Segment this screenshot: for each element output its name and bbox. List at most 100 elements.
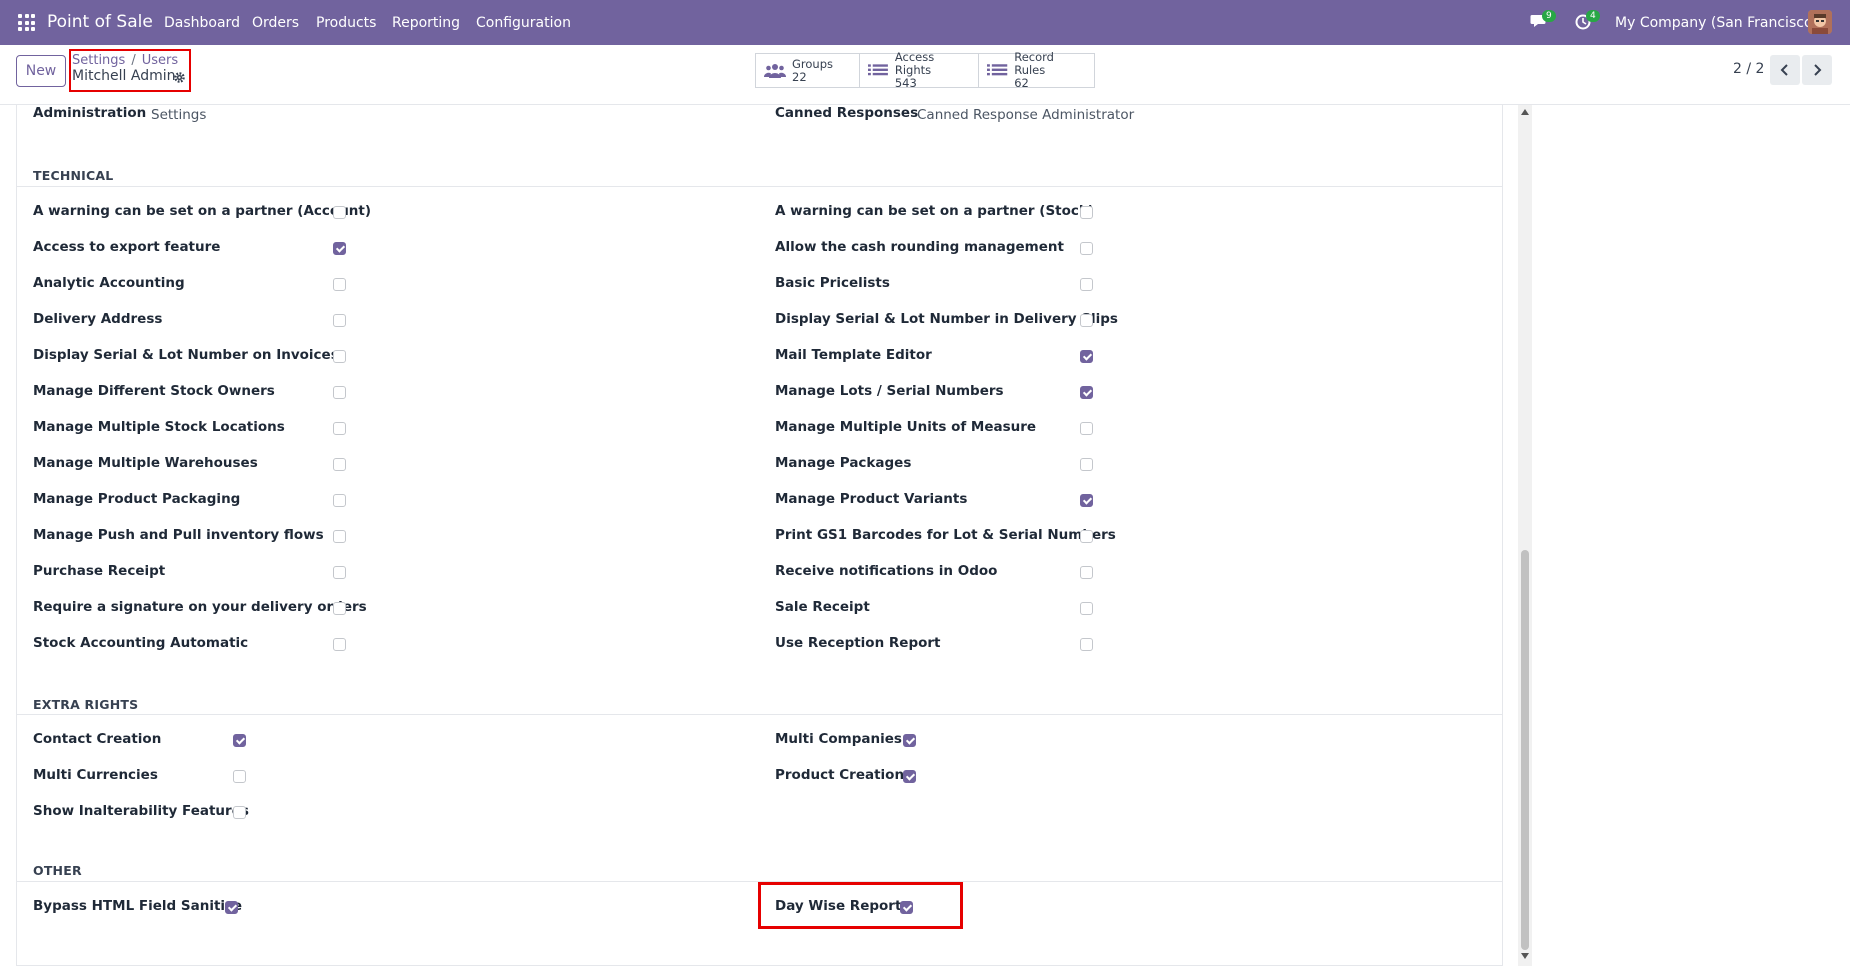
field-label-allow-the-cash-rounding-management: Allow the cash rounding management [775, 239, 1064, 255]
canned-responses-label: Canned Responses [775, 105, 919, 121]
breadcrumb-settings[interactable]: Settings [72, 53, 125, 68]
checkbox-access-to-export-feature[interactable] [333, 242, 346, 255]
field-label-bypass-html-field-sanitize: Bypass HTML Field Sanitize [33, 898, 243, 914]
field-label-manage-multiple-units-of-measure: Manage Multiple Units of Measure [775, 419, 1037, 435]
field-label-contact-creation: Contact Creation [33, 731, 162, 747]
user-avatar[interactable] [1808, 10, 1832, 34]
control-panel: New Settings / Users Mitchell Admin Groups… [0, 45, 1850, 105]
checkbox-delivery-address[interactable] [333, 314, 346, 327]
field-label-product-creation: Product Creation [775, 767, 905, 783]
checkbox-receive-notifications-in-odoo[interactable] [1080, 566, 1093, 579]
checkbox-print-gs1-barcodes-for-lot-serial-numbers[interactable] [1080, 530, 1093, 543]
top-navbar: Point of Sale Dashboard Orders Products … [0, 0, 1850, 45]
field-label-display-serial-lot-number-on-invoices: Display Serial & Lot Number on Invoices [33, 347, 339, 363]
breadcrumb-separator: / [131, 53, 136, 68]
checkbox-manage-different-stock-owners[interactable] [333, 386, 346, 399]
list-icon [987, 63, 1008, 75]
checkbox-sale-receipt[interactable] [1080, 602, 1093, 615]
checkbox-manage-lots-serial-numbers[interactable] [1080, 386, 1093, 399]
new-button[interactable]: New [16, 55, 66, 87]
record-title: Mitchell Admin [72, 68, 176, 84]
gear-icon[interactable] [173, 71, 186, 84]
checkbox-a-warning-can-be-set-on-a-partner-stock[interactable] [1080, 206, 1093, 219]
checkbox-manage-product-packaging[interactable] [333, 494, 346, 507]
checkbox-manage-push-and-pull-inventory-flows[interactable] [333, 530, 346, 543]
administration-label: Administration [33, 105, 147, 121]
menu-configuration[interactable]: Configuration [476, 15, 571, 31]
checkbox-allow-the-cash-rounding-management[interactable] [1080, 242, 1093, 255]
menu-dashboard[interactable]: Dashboard [164, 15, 240, 31]
checkbox-stock-accounting-automatic[interactable] [333, 638, 346, 651]
chevron-left-icon [1780, 64, 1788, 76]
checkbox-multi-companies[interactable] [903, 734, 916, 747]
pager-value[interactable]: 2 / 2 [1733, 61, 1764, 77]
checkbox-basic-pricelists[interactable] [1080, 278, 1093, 291]
checkbox-display-serial-lot-number-on-invoices[interactable] [333, 350, 346, 363]
breadcrumb: Settings / Users [72, 53, 178, 68]
pager-next-button[interactable] [1802, 55, 1832, 85]
access-rights-smart-button[interactable]: Access Rights 543 [860, 50, 979, 90]
section-divider [16, 186, 1502, 187]
field-label-manage-product-packaging: Manage Product Packaging [33, 491, 241, 507]
access-rights-label: Access Rights [894, 50, 935, 77]
field-label-receive-notifications-in-odoo: Receive notifications in Odoo [775, 563, 998, 579]
administration-value[interactable]: Settings [151, 107, 206, 123]
checkbox-manage-multiple-units-of-measure[interactable] [1080, 422, 1093, 435]
checkbox-manage-product-variants[interactable] [1080, 494, 1093, 507]
other-section-title: OTHER [33, 863, 82, 878]
canned-responses-value[interactable]: Canned Response Administrator [917, 107, 1134, 123]
field-label-manage-lots-serial-numbers: Manage Lots / Serial Numbers [775, 383, 1004, 399]
chevron-right-icon [1814, 64, 1822, 76]
checkbox-manage-multiple-warehouses[interactable] [333, 458, 346, 471]
field-label-purchase-receipt: Purchase Receipt [33, 563, 166, 579]
checkbox-bypass-html-field-sanitize[interactable] [225, 901, 238, 914]
field-label-basic-pricelists: Basic Pricelists [775, 275, 890, 291]
menu-reporting[interactable]: Reporting [392, 15, 460, 31]
field-label-multi-currencies: Multi Currencies [33, 767, 158, 783]
checkbox-multi-currencies[interactable] [233, 770, 246, 783]
checkbox-mail-template-editor[interactable] [1080, 350, 1093, 363]
list-icon [868, 63, 888, 75]
menu-orders[interactable]: Orders [252, 15, 299, 31]
checkbox-manage-multiple-stock-locations[interactable] [333, 422, 346, 435]
checkbox-show-inalterability-features[interactable] [233, 806, 246, 819]
pager-previous-button[interactable] [1770, 55, 1800, 85]
section-divider [16, 714, 1502, 715]
field-label-require-a-signature-on-your-delivery-orders: Require a signature on your delivery ord… [33, 599, 367, 615]
field-label-access-to-export-feature: Access to export feature [33, 239, 221, 255]
extra-rights-section-title: EXTRA RIGHTS [33, 697, 139, 712]
groups-smart-button[interactable]: Groups 22 [756, 54, 860, 87]
checkbox-contact-creation[interactable] [233, 734, 246, 747]
breadcrumb-users[interactable]: Users [142, 53, 178, 68]
field-label-use-reception-report: Use Reception Report [775, 635, 941, 651]
apps-menu-icon[interactable] [18, 14, 35, 31]
field-label-manage-different-stock-owners: Manage Different Stock Owners [33, 383, 275, 399]
field-label-show-inalterability-features: Show Inalterability Features [33, 803, 249, 819]
scroll-thumb[interactable] [1521, 550, 1529, 950]
checkbox-analytic-accounting[interactable] [333, 278, 346, 291]
field-label-multi-companies: Multi Companies [775, 731, 902, 747]
record-rules-smart-button[interactable]: Record Rules 62 [979, 51, 1094, 90]
checkbox-purchase-receipt[interactable] [333, 566, 346, 579]
checkbox-product-creation[interactable] [903, 770, 916, 783]
field-label-manage-multiple-warehouses: Manage Multiple Warehouses [33, 455, 258, 471]
vertical-scrollbar[interactable] [1518, 105, 1532, 966]
company-switcher[interactable]: My Company (San Francisco) [1615, 15, 1818, 31]
checkbox-use-reception-report[interactable] [1080, 638, 1093, 651]
scroll-up-arrow-icon[interactable] [1521, 109, 1529, 115]
checkbox-a-warning-can-be-set-on-a-partner-account[interactable] [333, 206, 346, 219]
groups-count: 22 [792, 69, 807, 84]
chat-badge: 9 [1542, 10, 1556, 22]
field-label-stock-accounting-automatic: Stock Accounting Automatic [33, 635, 249, 651]
field-label-manage-multiple-stock-locations: Manage Multiple Stock Locations [33, 419, 285, 435]
field-label-a-warning-can-be-set-on-a-partner-account: A warning can be set on a partner (Accou… [33, 203, 372, 219]
checkbox-manage-packages[interactable] [1080, 458, 1093, 471]
activity-badge: 4 [1586, 10, 1600, 22]
menu-products[interactable]: Products [316, 15, 376, 31]
app-name[interactable]: Point of Sale [47, 12, 153, 32]
scroll-down-arrow-icon[interactable] [1521, 953, 1529, 959]
checkbox-require-a-signature-on-your-delivery-orders[interactable] [333, 602, 346, 615]
field-label-sale-receipt: Sale Receipt [775, 599, 870, 615]
checkbox-display-serial-lot-number-in-delivery-slips[interactable] [1080, 314, 1093, 327]
technical-section-title: TECHNICAL [33, 168, 114, 183]
